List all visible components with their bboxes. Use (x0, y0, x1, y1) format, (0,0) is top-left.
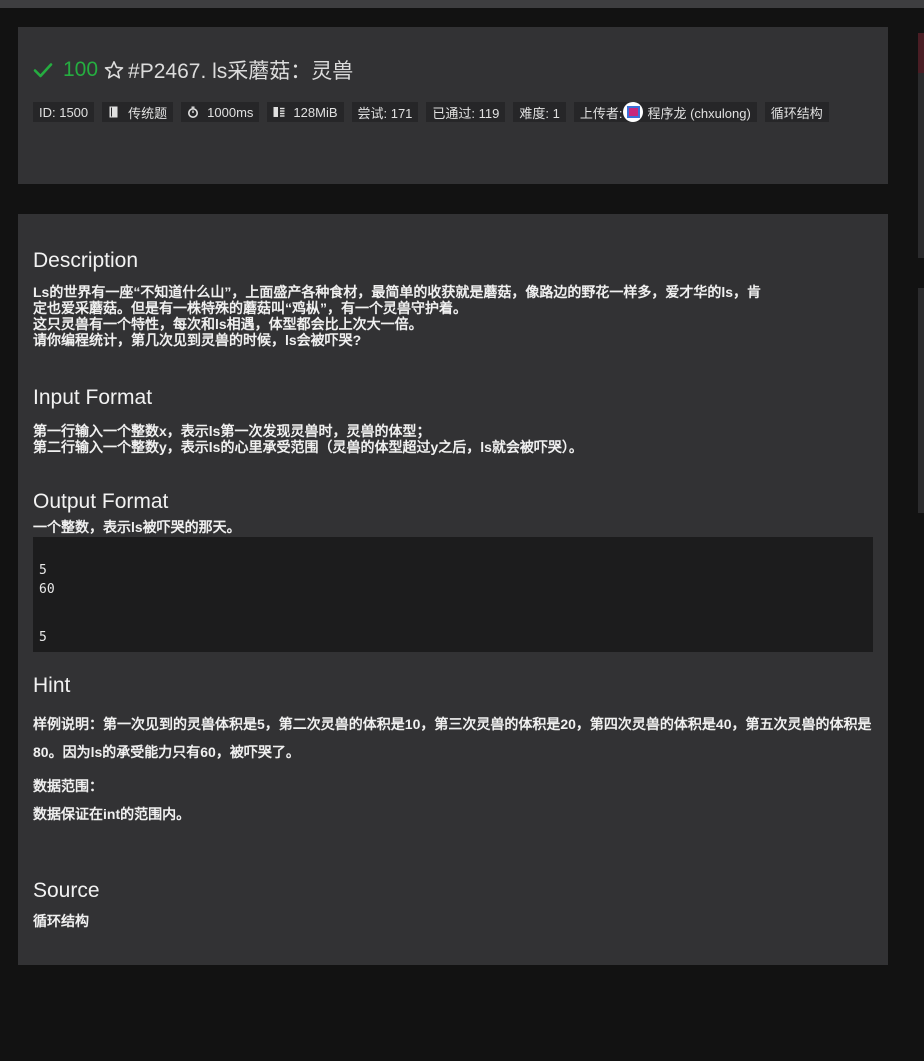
tag-type-text: 传统题 (128, 105, 168, 121)
output-format-heading: Output Format (33, 490, 169, 513)
problem-tags: ID: 1500 传统题 1000ms 128MiB 尝试: 171 已通过: … (33, 102, 853, 122)
tag-difficulty: 难度: 1 (513, 102, 566, 122)
uploader-label: 上传者: (579, 105, 623, 121)
description-line: 请你编程统计，第几次见到灵兽的时候，ls会被吓哭? (33, 332, 362, 348)
score: 100 (63, 58, 99, 81)
sample-code-block[interactable]: 5 60 5 (33, 537, 873, 652)
tag-category-text[interactable]: 循环结构 (771, 103, 823, 122)
side-panel-edge-lower (918, 288, 924, 513)
tag-attempts: 尝试: 171 (351, 102, 419, 122)
tag-passed: 已通过: 119 (426, 102, 506, 122)
side-panel-edge (918, 33, 924, 258)
source-text[interactable]: 循环结构 (33, 911, 873, 931)
stopwatch-icon (188, 106, 199, 118)
problem-title: #P2467. ls采蘑菇：灵兽 (128, 60, 354, 83)
uploader-name[interactable]: 程序龙 (chxulong) (647, 103, 750, 122)
tag-memory: 128MiB (267, 102, 344, 122)
input-line: 第一行输入一个整数x，表示ls第一次发现灵兽时，灵兽的体型； (33, 423, 431, 439)
tag-passed-text: 已通过: 119 (432, 105, 500, 121)
problem-title-row: 100 #P2467. ls采蘑菇：灵兽 (33, 55, 873, 85)
tag-id-text: ID: 1500 (39, 104, 89, 120)
hint-heading: Hint (33, 674, 71, 697)
data-range-text: 数据保证在int的范围内。 (33, 806, 191, 822)
problem-content-card: Description Ls的世界有一座“不知道什么山”，上面盛产各种食材，最简… (18, 214, 888, 965)
input-format-text: 第一行输入一个整数x，表示ls第一次发现灵兽时，灵兽的体型； 第二行输入一个整数… (33, 423, 873, 455)
sample-input-line: 60 (39, 582, 55, 597)
tag-category[interactable]: 循环结构 (764, 102, 829, 122)
description-line: Ls的世界有一座“不知道什么山”，上面盛产各种食材，最简单的收获就是蘑菇，像路边… (33, 284, 762, 300)
description-line: 这只灵兽有一个特性，每次和ls相遇，体型都会比上次大一倍。 (33, 316, 423, 332)
tag-time-text: 1000ms (207, 104, 254, 120)
input-line: 第二行输入一个整数y，表示ls的心里承受范围（灵兽的体型超过y之后，ls就会被吓… (33, 439, 583, 455)
problem-header-card: 100 #P2467. ls采蘑菇：灵兽 ID: 1500 传统题 1000ms (18, 27, 888, 184)
top-bar (0, 0, 924, 8)
tag-time: 1000ms (181, 102, 260, 122)
tag-type: 传统题 (102, 102, 174, 122)
sample-output-line: 5 (39, 630, 47, 645)
data-range-label: 数据范围： (33, 778, 103, 794)
tag-attempts-text: 尝试: 171 (357, 105, 413, 121)
data-range: 数据范围： 数据保证在int的范围内。 (33, 772, 873, 828)
tag-difficulty-text: 难度: 1 (519, 105, 560, 121)
source-heading: Source (33, 879, 100, 902)
output-format-text: 一个整数，表示ls被吓哭的那天。 (33, 519, 241, 535)
star-icon[interactable] (104, 60, 124, 80)
description-text: Ls的世界有一座“不知道什么山”，上面盛产各种食材，最简单的收获就是蘑菇，像路边… (33, 284, 873, 348)
description-heading: Description (33, 249, 139, 272)
sample-input-line: 5 (39, 563, 47, 578)
check-icon (33, 63, 53, 78)
hint-text: 样例说明：第一次见到的灵兽体积是5，第二次灵兽的体积是10，第三次灵兽的体积是2… (33, 716, 872, 760)
tag-uploader[interactable]: 上传者: 程序龙 (chxulong) (573, 102, 757, 122)
book-icon (109, 106, 118, 118)
avatar (623, 102, 644, 122)
memory-icon (273, 107, 285, 117)
input-format-heading: Input Format (33, 386, 153, 409)
tag-id: ID: 1500 (33, 102, 95, 122)
description-line: 定也爱采蘑菇。但是有一株特殊的蘑菇叫“鸡枞”，有一个灵兽守护着。 (33, 300, 467, 316)
tag-memory-text: 128MiB (293, 104, 338, 120)
